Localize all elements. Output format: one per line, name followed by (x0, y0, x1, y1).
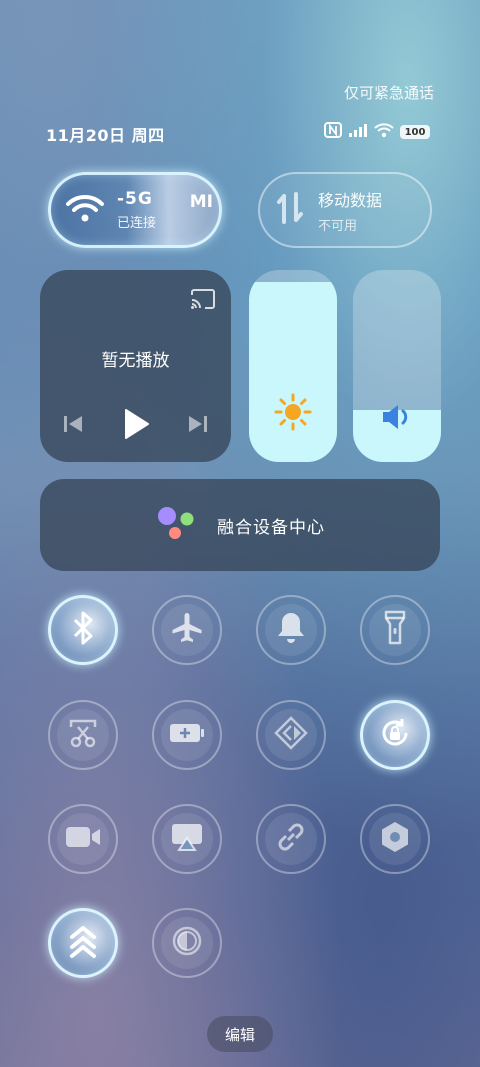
nearby-share-icon (273, 715, 309, 755)
screenshot-icon (65, 715, 101, 755)
mobile-data-icon (276, 191, 304, 229)
dark-mode-toggle[interactable] (152, 908, 222, 978)
bell-icon (275, 610, 307, 650)
settings-hex-icon (378, 819, 412, 859)
airplane-icon (169, 610, 205, 650)
flashlight-icon (383, 609, 407, 651)
link-toggle[interactable] (256, 804, 326, 874)
battery-saver-icon (168, 721, 206, 749)
bluetooth-icon (71, 610, 95, 650)
battery-saver-toggle[interactable] (152, 700, 222, 770)
upload-speed-icon (68, 923, 98, 963)
mobile-data-status: 不可用 (318, 218, 358, 234)
media-title: 暂无播放 (101, 351, 170, 371)
next-track-icon[interactable] (187, 413, 209, 439)
system-status-icons: 100 (324, 122, 430, 142)
screen-record-toggle[interactable] (48, 804, 118, 874)
sun-icon (273, 392, 313, 436)
wifi-status: 已连接 (117, 216, 157, 231)
video-icon (64, 824, 102, 854)
wifi-ssid: -5G (117, 189, 153, 209)
screen-cast-icon (169, 821, 205, 857)
flashlight-toggle[interactable] (360, 595, 430, 665)
media-player-card[interactable]: 暂无播放 (40, 270, 231, 462)
brightness-slider[interactable] (249, 270, 337, 462)
upload-speed-toggle[interactable] (48, 908, 118, 978)
screen-cast-toggle[interactable] (152, 804, 222, 874)
battery-icon: 100 (400, 125, 430, 139)
nearby-share-toggle[interactable] (256, 700, 326, 770)
nfc-icon (324, 122, 342, 142)
wifi-ssid-suffix: MI (189, 192, 213, 212)
wifi-status-icon (374, 122, 394, 142)
volume-slider[interactable] (353, 270, 441, 462)
wifi-toggle[interactable]: -5G 已连接 MI (48, 172, 222, 248)
link-icon (273, 819, 309, 859)
edit-button[interactable]: 编辑 (207, 1016, 273, 1052)
settings-toggle[interactable] (360, 804, 430, 874)
airplane-mode-toggle[interactable] (152, 595, 222, 665)
cast-icon[interactable] (189, 288, 217, 314)
screenshot-toggle[interactable] (48, 700, 118, 770)
fusion-dots-icon (155, 505, 199, 545)
dark-mode-icon (170, 924, 204, 962)
rotation-lock-toggle[interactable] (360, 700, 430, 770)
wifi-icon (65, 193, 105, 227)
date-label: 11月20日 周四 (46, 126, 165, 145)
bluetooth-toggle[interactable] (48, 595, 118, 665)
mobile-data-toggle[interactable]: 移动数据 不可用 (258, 172, 432, 248)
previous-track-icon[interactable] (62, 413, 84, 439)
fusion-device-center[interactable]: 融合设备中心 (40, 479, 440, 571)
speaker-icon (380, 402, 414, 436)
ring-mode-toggle[interactable] (256, 595, 326, 665)
emergency-call-status: 仅可紧急通话 (343, 84, 434, 102)
fusion-label: 融合设备中心 (217, 517, 325, 538)
mobile-data-label: 移动数据 (318, 190, 383, 210)
signal-icon (348, 122, 368, 142)
play-icon[interactable] (122, 408, 150, 444)
rotation-lock-icon (377, 715, 413, 755)
